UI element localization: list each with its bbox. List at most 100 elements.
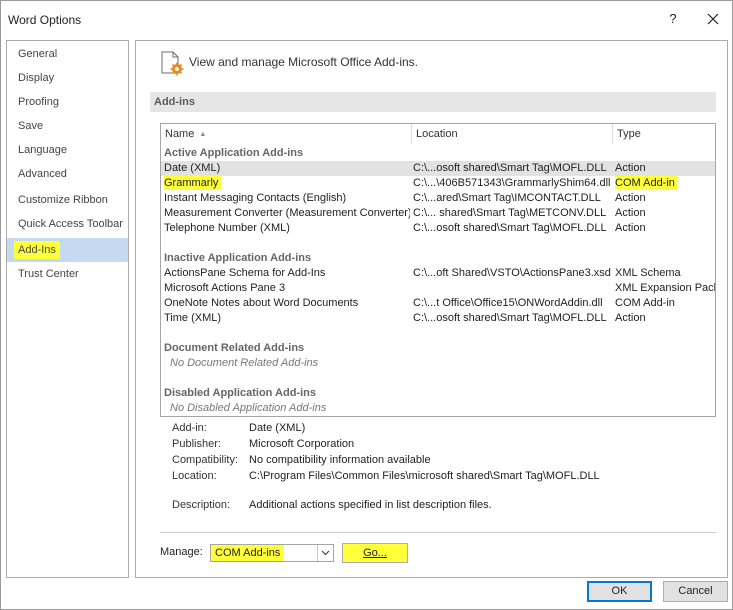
nav-item-label: Save: [18, 120, 44, 132]
addin-type: COM Add-in: [615, 297, 675, 309]
header-description: View and manage Microsoft Office Add-ins…: [189, 55, 419, 69]
addin-type: Action: [615, 207, 646, 219]
nav-item-label: Display: [18, 72, 55, 84]
empty-document-related: No Document Related Add-ins: [170, 357, 319, 369]
detail-value: No compatibility information available: [249, 454, 431, 466]
nav-item-general[interactable]: General: [7, 42, 128, 66]
divider: [160, 532, 716, 533]
addin-name: Telephone Number (XML): [164, 222, 290, 234]
list-row[interactable]: OneNote Notes about Word Documents C:\..…: [161, 296, 715, 311]
addin-type: Action: [615, 312, 646, 324]
addin-name: OneNote Notes about Word Documents: [164, 297, 359, 309]
detail-label: Add-in:: [172, 422, 207, 434]
list-row[interactable]: Time (XML) C:\...osoft shared\Smart Tag\…: [161, 311, 715, 326]
nav-item-display[interactable]: Display: [7, 66, 128, 90]
addin-location: C:\... shared\Smart Tag\METCONV.DLL: [413, 207, 607, 219]
empty-disabled: No Disabled Application Add-ins: [170, 402, 327, 414]
addin-name: Instant Messaging Contacts (English): [164, 192, 347, 204]
addin-name: Microsoft Actions Pane 3: [164, 282, 286, 294]
nav-item-label: Trust Center: [18, 268, 79, 280]
list-row[interactable]: Telephone Number (XML) C:\...osoft share…: [161, 221, 715, 236]
addin-type: Action: [615, 192, 646, 204]
addin-type: COM Add-in: [615, 176, 678, 190]
column-location-label: Location: [416, 128, 458, 140]
group-title-disabled: Disabled Application Add-ins: [164, 387, 316, 399]
addin-name-cell: Grammarly: [164, 176, 410, 191]
addin-type: XML Schema: [615, 267, 681, 279]
column-type-label: Type: [617, 128, 641, 140]
addin-type: Action: [615, 222, 646, 234]
group-title-inactive: Inactive Application Add-ins: [164, 252, 312, 264]
nav-item-add-ins[interactable]: Add-Ins: [7, 238, 128, 262]
nav-item-label: Advanced: [18, 168, 67, 180]
group-title-document-related: Document Related Add-ins: [164, 342, 305, 354]
list-row[interactable]: Measurement Converter (Measurement Conve…: [161, 206, 715, 221]
detail-value: C:\Program Files\Common Files\microsoft …: [249, 470, 600, 482]
nav-item-customize-ribbon[interactable]: Customize Ribbon: [7, 188, 128, 212]
nav-item-save[interactable]: Save: [7, 114, 128, 138]
addin-location: [413, 281, 611, 296]
addin-location: C:\...ared\Smart Tag\IMCONTACT.DLL: [413, 192, 601, 204]
column-header-name[interactable]: Name ▲: [161, 124, 411, 144]
options-nav: General Display Proofing Save Language A…: [6, 40, 129, 578]
detail-value: Additional actions specified in list des…: [249, 499, 492, 511]
nav-item-label: Proofing: [18, 96, 59, 108]
window-title: Word Options: [8, 13, 82, 27]
sort-ascending-icon: ▲: [199, 131, 207, 138]
addin-location: C:\...t Office\Office15\ONWordAddin.dll: [413, 297, 603, 309]
manage-dropdown[interactable]: COM Add-ins: [210, 544, 334, 562]
addin-type-cell: COM Add-in: [615, 176, 715, 191]
nav-item-label: Customize Ribbon: [18, 194, 108, 206]
addin-location: C:\...\406B571343\GrammarlyShim64.dll: [413, 177, 611, 189]
nav-item-label: General: [18, 48, 58, 60]
nav-item-quick-access-toolbar[interactable]: Quick Access Toolbar: [7, 212, 128, 236]
manage-label: Manage:: [160, 546, 203, 558]
addin-location: C:\...osoft shared\Smart Tag\MOFL.DLL: [413, 312, 607, 324]
addin-name: Date (XML): [164, 162, 221, 174]
column-header-type[interactable]: Type: [613, 124, 715, 144]
cancel-button[interactable]: Cancel: [663, 581, 728, 602]
nav-item-language[interactable]: Language: [7, 138, 128, 162]
addins-pane: View and manage Microsoft Office Add-ins…: [135, 40, 728, 578]
word-options-dialog: Word Options ? General Display Proofing …: [0, 0, 733, 610]
list-row[interactable]: Grammarly C:\...\406B571343\GrammarlyShi…: [161, 176, 715, 191]
addins-gear-icon: [161, 51, 184, 76]
addin-location: C:\...osoft shared\Smart Tag\MOFL.DLL: [413, 222, 607, 234]
detail-label: Publisher:: [172, 438, 221, 450]
help-button[interactable]: ?: [662, 9, 684, 29]
close-button[interactable]: [702, 9, 724, 29]
addins-list[interactable]: Name ▲ Location Type Active Application …: [160, 123, 716, 417]
addin-name: Time (XML): [164, 312, 222, 324]
group-title-active: Active Application Add-ins: [164, 147, 304, 159]
addin-name: Grammarly: [164, 176, 222, 190]
close-icon: [707, 13, 719, 25]
addin-type: Action: [615, 162, 646, 174]
column-name-label: Name: [165, 128, 195, 140]
detail-value: Date (XML): [249, 422, 306, 434]
column-header-location[interactable]: Location: [412, 124, 612, 144]
list-row[interactable]: ActionsPane Schema for Add-Ins C:\...oft…: [161, 266, 715, 281]
list-row[interactable]: Microsoft Actions Pane 3 XML Expansion P…: [161, 281, 715, 296]
nav-item-proofing[interactable]: Proofing: [7, 90, 128, 114]
addin-name: Measurement Converter (Measurement Conve…: [164, 207, 410, 219]
addin-location: C:\...oft Shared\VSTO\ActionsPane3.xsd: [413, 267, 611, 279]
detail-label: Description:: [172, 499, 231, 511]
ok-button[interactable]: OK: [587, 581, 652, 602]
detail-label: Compatibility:: [172, 454, 239, 466]
chevron-down-icon[interactable]: [317, 545, 333, 561]
nav-item-advanced[interactable]: Advanced: [7, 162, 128, 186]
nav-item-label: Quick Access Toolbar: [18, 218, 123, 230]
detail-value: Microsoft Corporation: [249, 438, 355, 450]
go-button[interactable]: Go...: [342, 543, 408, 563]
list-row[interactable]: Date (XML) C:\...osoft shared\Smart Tag\…: [161, 161, 715, 176]
nav-item-trust-center[interactable]: Trust Center: [7, 262, 128, 286]
addin-location: C:\...osoft shared\Smart Tag\MOFL.DLL: [413, 162, 607, 174]
addin-name: ActionsPane Schema for Add-Ins: [164, 267, 326, 279]
list-row[interactable]: Instant Messaging Contacts (English) C:\…: [161, 191, 715, 206]
nav-item-label: Language: [18, 144, 67, 156]
nav-item-label: Add-Ins: [14, 241, 60, 259]
title-bar: Word Options ?: [1, 1, 732, 37]
manage-selected-value: COM Add-ins: [211, 545, 285, 561]
detail-label: Location:: [172, 470, 217, 482]
addin-type: XML Expansion Pack: [615, 282, 715, 294]
